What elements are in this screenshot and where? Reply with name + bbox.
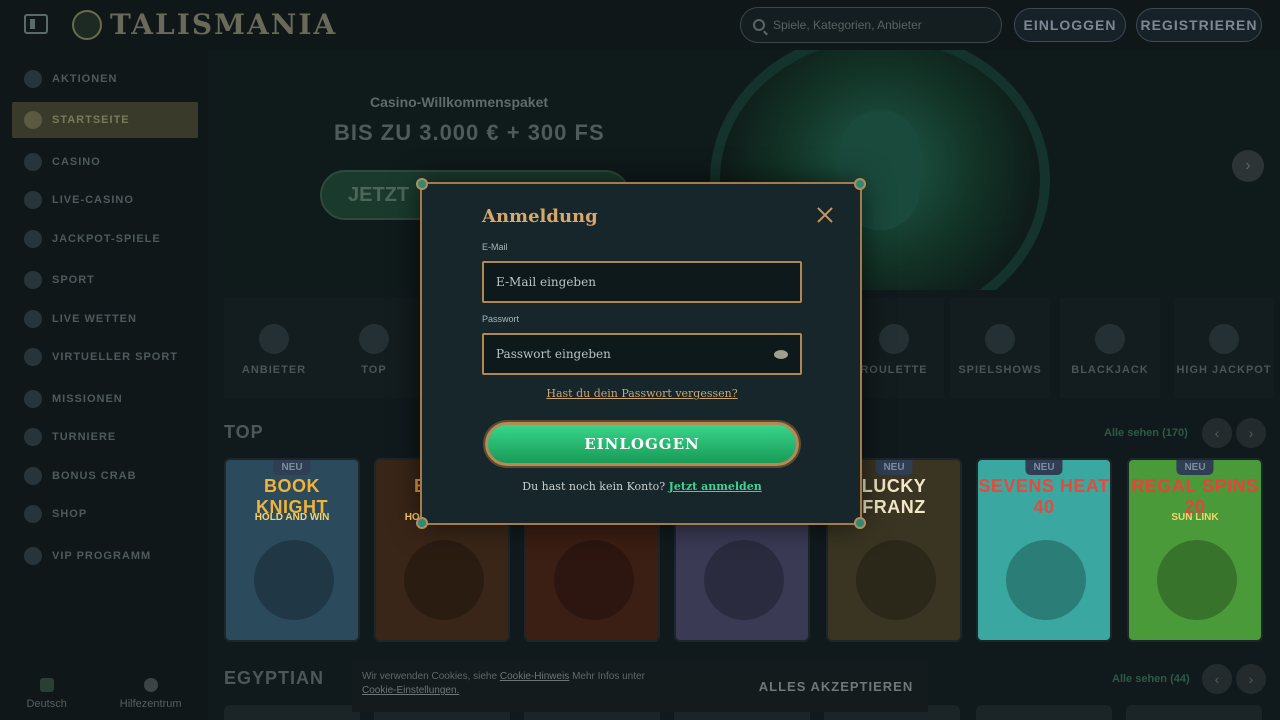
forgot-password-link[interactable]: Hast du dein Passwort vergessen?: [482, 387, 802, 400]
register-prompt: Du hast noch kein Konto? Jetzt anmelden: [482, 480, 802, 493]
corner-gem-icon: [854, 517, 866, 529]
email-field-wrapper: [482, 261, 802, 303]
register-link[interactable]: Jetzt anmelden: [669, 480, 762, 493]
modal-title: Anmeldung: [482, 206, 598, 227]
email-label: E-Mail: [482, 242, 508, 252]
app-root: TALISMANIA EINLOGGEN REGISTRIEREN AKTION…: [0, 0, 1280, 720]
email-field[interactable]: [484, 263, 800, 301]
login-modal: Anmeldung E-Mail Passwort Hast du dein P…: [416, 178, 866, 529]
eye-icon[interactable]: [774, 350, 788, 359]
password-field-wrapper: [482, 333, 802, 375]
no-account-text: Du hast noch kein Konto?: [522, 480, 666, 493]
corner-gem-icon: [416, 178, 428, 190]
close-icon[interactable]: [816, 206, 834, 224]
password-label: Passwort: [482, 314, 520, 324]
corner-gem-icon: [854, 178, 866, 190]
login-submit-button[interactable]: EINLOGGEN: [485, 422, 799, 466]
corner-gem-icon: [416, 517, 428, 529]
password-field[interactable]: [484, 335, 800, 373]
